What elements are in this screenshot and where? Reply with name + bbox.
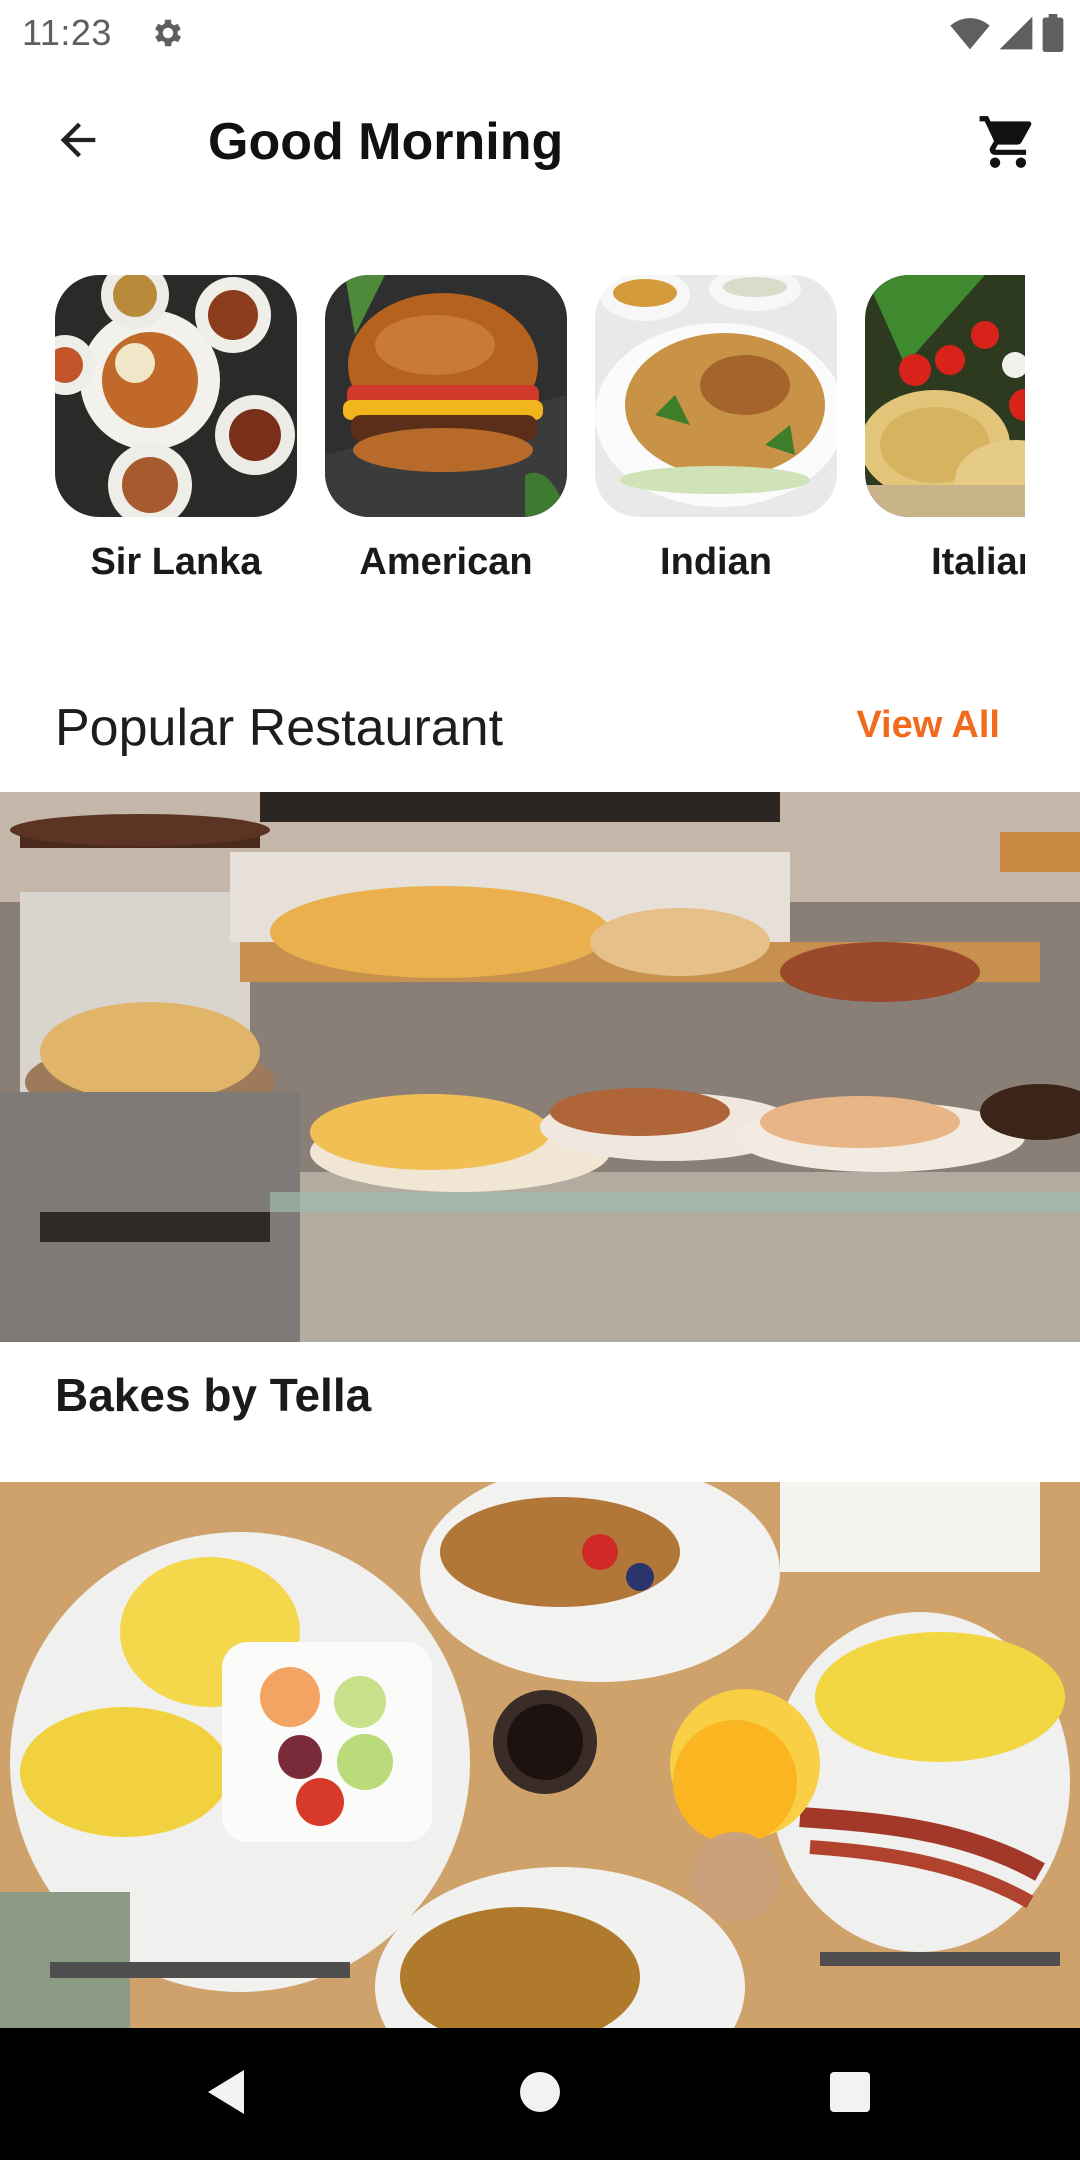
- cart-button[interactable]: [972, 108, 1044, 180]
- nav-recents-button[interactable]: [818, 2062, 882, 2126]
- home-circle-icon: [518, 2070, 562, 2119]
- category-label: Sir Lanka: [90, 541, 262, 583]
- popular-restaurant-header: Popular Restaurant View All: [55, 690, 1015, 770]
- restaurant-card[interactable]: Bakes by Tella: [0, 792, 1080, 1421]
- back-button[interactable]: [46, 110, 110, 174]
- view-all-link[interactable]: View All: [856, 704, 1000, 747]
- recents-square-icon: [828, 2070, 872, 2119]
- shopping-cart-icon: [977, 111, 1039, 178]
- system-nav-bar: [0, 2028, 1080, 2160]
- restaurant-image: [0, 1482, 1080, 2032]
- status-bar: 11:23: [0, 0, 1080, 66]
- restaurant-image: [0, 792, 1080, 1342]
- category-label: Indian: [660, 541, 772, 583]
- category-carousel[interactable]: Sir Lanka American Indian Italia: [55, 275, 1025, 605]
- back-triangle-icon: [204, 2068, 248, 2121]
- category-label: American: [359, 541, 533, 583]
- category-image: [55, 275, 297, 517]
- status-time: 11:23: [22, 12, 112, 53]
- page-title: Good Morning: [208, 113, 564, 171]
- gear-icon: [150, 15, 186, 51]
- restaurant-name: Bakes by Tella: [55, 1369, 372, 1421]
- category-image: [325, 275, 567, 517]
- category-item-american[interactable]: American: [325, 275, 567, 584]
- section-title: Popular Restaurant: [55, 699, 504, 757]
- category-image: [865, 275, 1025, 517]
- battery-icon: [1042, 14, 1064, 57]
- category-label: Italian: [931, 541, 1025, 583]
- nav-back-button[interactable]: [194, 2062, 258, 2126]
- wifi-icon: [950, 15, 990, 56]
- category-item-italian[interactable]: Italian: [865, 275, 1025, 584]
- signal-icon: [998, 15, 1034, 56]
- app-bar: Good Morning: [0, 66, 1080, 222]
- arrow-left-icon: [52, 114, 104, 171]
- category-item-indian[interactable]: Indian: [595, 275, 837, 584]
- category-image: [595, 275, 837, 517]
- restaurant-card[interactable]: [0, 1482, 1080, 2032]
- category-item-sri-lanka[interactable]: Sir Lanka: [55, 275, 297, 584]
- nav-home-button[interactable]: [508, 2062, 572, 2126]
